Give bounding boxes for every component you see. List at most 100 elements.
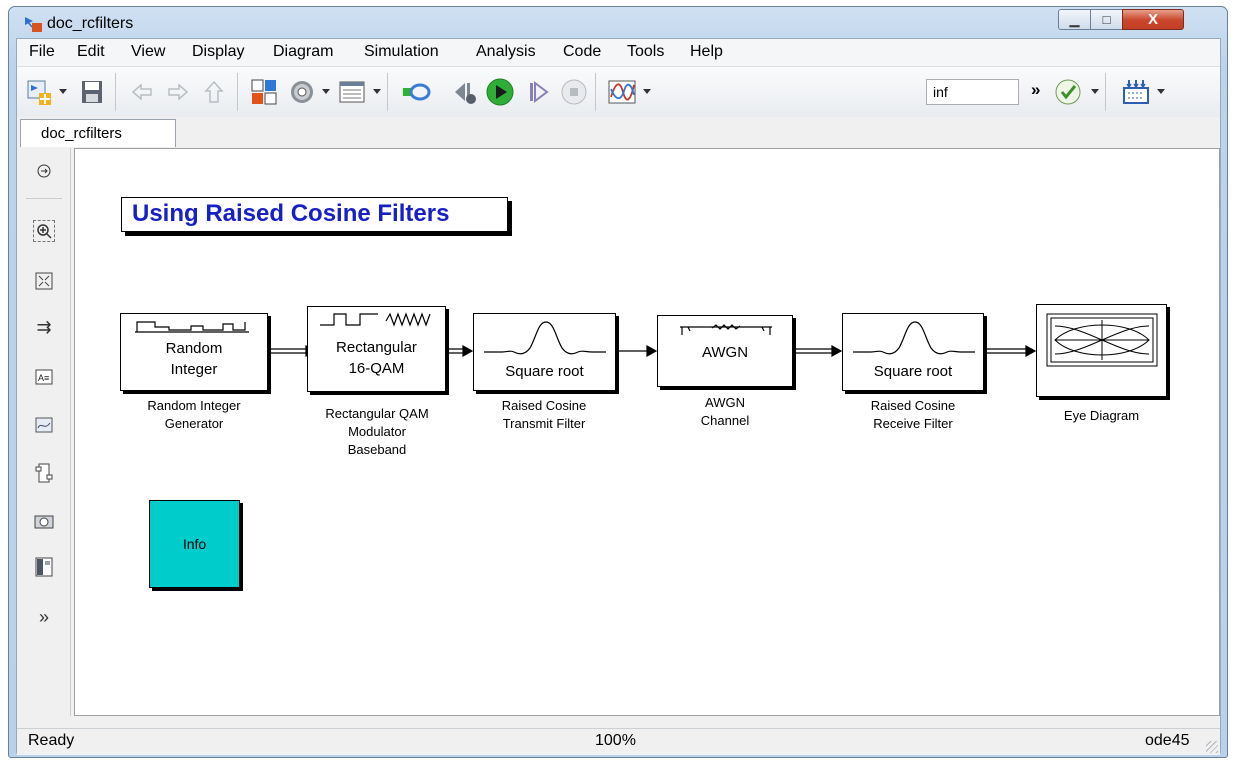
menu-analysis[interactable]: Analysis	[476, 43, 536, 61]
subsystem-icon[interactable]	[33, 462, 55, 484]
block-label: Raised Cosine Receive Filter	[870, 398, 956, 431]
separator	[115, 73, 116, 111]
resize-grip-icon[interactable]	[1206, 741, 1218, 753]
tab-doc-rcfilters[interactable]: doc_rcfilters	[20, 119, 176, 147]
annotation-icon[interactable]: A≡	[33, 366, 55, 388]
toolbar: inf »	[17, 66, 1220, 118]
zoom-icon[interactable]	[33, 220, 55, 242]
maximize-icon: □	[1102, 12, 1111, 27]
awgn-channel-block[interactable]: AWGN	[657, 315, 793, 387]
library-browser-icon[interactable]	[249, 77, 279, 107]
rectangular-qam-modulator-block[interactable]: Rectangular 16-QAM	[307, 306, 446, 392]
menu-help[interactable]: Help	[690, 43, 723, 61]
up-icon[interactable]	[199, 77, 229, 107]
menu-simulation[interactable]: Simulation	[364, 43, 439, 61]
diagram-canvas[interactable]: Using Raised Cosine Filters Random Integ…	[74, 148, 1220, 716]
status-state: Ready	[28, 732, 75, 749]
separator	[595, 73, 596, 111]
status-solver[interactable]: ode45	[1145, 732, 1190, 750]
update-diagram-icon[interactable]	[401, 77, 431, 107]
menu-code[interactable]: Code	[563, 43, 601, 61]
status-bar: Ready 100% ode45	[17, 728, 1220, 755]
block-text: Random	[165, 340, 223, 357]
status-zoom: 100%	[595, 732, 636, 749]
signal-arrow	[462, 344, 474, 358]
advisor-dropdown-icon[interactable]	[1091, 89, 1099, 94]
random-integer-icon	[135, 321, 249, 333]
block-text: Rectangular	[336, 339, 417, 356]
menu-diagram[interactable]: Diagram	[273, 43, 333, 61]
raised-cosine-receive-filter-block[interactable]: Square root	[842, 313, 984, 391]
eye-diagram-icon	[1046, 313, 1158, 367]
separator	[1105, 73, 1106, 111]
raised-cosine-transmit-filter-block[interactable]: Square root	[473, 313, 616, 391]
simulink-model-icon	[25, 17, 42, 32]
more-icon[interactable]: »	[33, 606, 55, 628]
forward-icon[interactable]	[163, 77, 193, 107]
model-browser-icon[interactable]	[33, 556, 55, 578]
minimize-icon: ▁	[1069, 11, 1080, 27]
block-text: Square root	[505, 363, 584, 380]
step-back-icon[interactable]	[449, 77, 479, 107]
stop-icon[interactable]	[559, 77, 589, 107]
build-dropdown-icon[interactable]	[1157, 89, 1165, 94]
back-icon[interactable]	[127, 77, 157, 107]
stop-time-input[interactable]: inf	[926, 79, 1019, 105]
menu-tools[interactable]: Tools	[627, 43, 664, 61]
client-area: File Edit View Display Diagram Simulatio…	[16, 38, 1221, 755]
menu-edit[interactable]: Edit	[77, 43, 105, 61]
maximize-button[interactable]: □	[1090, 9, 1123, 30]
svg-text:A≡: A≡	[38, 373, 49, 383]
close-icon: X	[1147, 11, 1158, 28]
scope-dropdown-icon[interactable]	[643, 89, 651, 94]
image-icon[interactable]	[33, 414, 55, 436]
minimize-button[interactable]: ▁	[1058, 9, 1091, 30]
block-text: 16-QAM	[348, 360, 405, 377]
palette-divider	[26, 198, 62, 199]
menu-file[interactable]: File	[29, 43, 55, 61]
toolbar-overflow-button[interactable]: »	[1031, 80, 1040, 100]
block-label: Rectangular QAM Modulator Baseband	[325, 406, 429, 457]
signal-arrow	[1025, 344, 1037, 358]
raised-cosine-icon	[484, 321, 606, 355]
separator	[387, 73, 388, 111]
title-bar[interactable]: doc_rcfilters ▁ □ X	[9, 7, 1227, 39]
block-text: Square root	[873, 363, 953, 380]
tab-strip: doc_rcfilters	[17, 117, 1220, 147]
menu-view[interactable]: View	[131, 43, 165, 61]
awgn-noise-icon	[680, 324, 772, 335]
block-label: Random Integer Generator	[147, 398, 241, 431]
menu-display[interactable]: Display	[192, 43, 244, 61]
block-text: AWGN	[701, 344, 749, 361]
build-icon[interactable]	[1121, 77, 1151, 107]
signal-arrow	[831, 344, 843, 358]
explorer-dropdown-icon[interactable]	[373, 89, 381, 94]
step-forward-icon[interactable]	[523, 77, 553, 107]
navigate-icon[interactable]	[33, 160, 55, 182]
separator	[237, 73, 238, 111]
config-dropdown-icon[interactable]	[322, 89, 330, 94]
eye-diagram-block[interactable]	[1036, 304, 1167, 397]
close-button[interactable]: X	[1122, 9, 1184, 30]
block-label: Raised Cosine Transmit Filter	[501, 398, 587, 431]
new-dropdown-icon[interactable]	[59, 89, 67, 94]
model-advisor-icon[interactable]	[1053, 77, 1083, 107]
signal-arrow	[646, 344, 658, 358]
block-text: Integer	[170, 361, 218, 378]
model-config-icon[interactable]	[287, 77, 317, 107]
scope-icon[interactable]	[607, 77, 637, 107]
fit-view-icon[interactable]	[33, 270, 55, 292]
new-model-icon[interactable]	[25, 77, 55, 107]
save-icon[interactable]	[77, 77, 107, 107]
signal-lines	[268, 344, 1037, 358]
snapshot-icon[interactable]	[33, 510, 55, 532]
model-window: doc_rcfilters ▁ □ X File Edit View Displ…	[8, 6, 1228, 758]
info-block[interactable]: Info	[149, 500, 240, 588]
random-integer-generator-block[interactable]: Random Integer	[120, 313, 268, 391]
block-label: AWGN Channel	[700, 395, 750, 428]
tool-palette: ⇉ A≡ »	[20, 148, 71, 716]
model-explorer-icon[interactable]	[337, 77, 367, 107]
arrow-icon[interactable]: ⇉	[33, 316, 55, 338]
run-icon[interactable]	[485, 77, 515, 107]
menu-bar: File Edit View Display Diagram Simulatio…	[17, 39, 1220, 66]
